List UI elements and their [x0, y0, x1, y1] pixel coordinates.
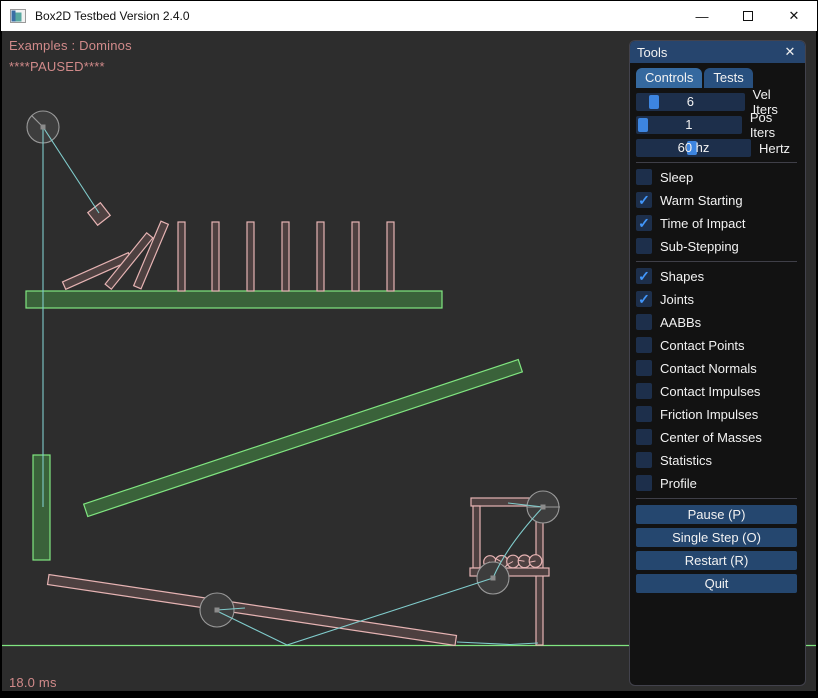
- standing-domino[interactable]: [247, 222, 254, 291]
- checkbox-shapes[interactable]: ✓ Shapes: [636, 268, 797, 284]
- minimize-button[interactable]: —: [679, 1, 725, 31]
- checkbox-center-of-masses[interactable]: Center of Masses: [636, 429, 797, 445]
- check-icon: ✓: [638, 216, 650, 230]
- checkbox-box[interactable]: ✓: [636, 192, 652, 208]
- domino-shelf: [26, 291, 442, 308]
- tilted-green-plank: [84, 360, 523, 517]
- close-button[interactable]: ✕: [771, 1, 817, 31]
- standing-domino[interactable]: [352, 222, 359, 291]
- app-icon: [10, 8, 26, 24]
- checkbox-box[interactable]: ✓: [636, 215, 652, 231]
- tab-controls[interactable]: Controls: [636, 68, 702, 88]
- joint-line: [457, 642, 538, 645]
- checkbox-contact-normals[interactable]: Contact Normals: [636, 360, 797, 376]
- check-icon: ✓: [638, 292, 650, 306]
- slider-vel-iters[interactable]: 6: [636, 93, 745, 111]
- hertz-value: 60 hz: [636, 140, 751, 155]
- standing-domino[interactable]: [387, 222, 394, 291]
- hud-paused-label: ****PAUSED****: [9, 59, 105, 74]
- titlebar[interactable]: Box2D Testbed Version 2.4.0 — ✕: [1, 1, 817, 31]
- checkbox-box[interactable]: [636, 169, 652, 185]
- vel-iters-value: 6: [636, 94, 745, 109]
- checkbox-warm-starting[interactable]: ✓ Warm Starting: [636, 192, 797, 208]
- panel-header[interactable]: Tools ✕: [630, 41, 805, 63]
- hertz-label: Hertz: [759, 141, 790, 156]
- checkbox-box[interactable]: [636, 475, 652, 491]
- pos-iters-value: 1: [636, 117, 742, 132]
- drag-hertz[interactable]: 60 hz: [636, 139, 751, 157]
- check-icon: ✓: [638, 193, 650, 207]
- checkbox-box[interactable]: [636, 360, 652, 376]
- checkbox-aabbs[interactable]: AABBs: [636, 314, 797, 330]
- tab-tests[interactable]: Tests: [704, 68, 752, 88]
- checkbox-statistics[interactable]: Statistics: [636, 452, 797, 468]
- frame-left-post[interactable]: [473, 506, 480, 568]
- checkbox-box[interactable]: ✓: [636, 291, 652, 307]
- standing-domino[interactable]: [178, 222, 185, 291]
- hud-frame-time: 18.0 ms: [9, 675, 57, 690]
- checkbox-sub-stepping[interactable]: Sub-Stepping: [636, 238, 797, 254]
- checkbox-contact-impulses[interactable]: Contact Impulses: [636, 383, 797, 399]
- checkbox-box[interactable]: [636, 406, 652, 422]
- tools-panel: Tools ✕ Controls Tests 6 Vel Iters 1 Pos…: [629, 40, 806, 686]
- checkbox-contact-points[interactable]: Contact Points: [636, 337, 797, 353]
- separator: [636, 261, 797, 262]
- checkbox-profile[interactable]: Profile: [636, 475, 797, 491]
- slider-pos-iters[interactable]: 1: [636, 116, 742, 134]
- checkbox-box[interactable]: [636, 337, 652, 353]
- checkbox-box[interactable]: [636, 452, 652, 468]
- checkbox-box[interactable]: [636, 383, 652, 399]
- anchor-point: [541, 505, 546, 510]
- check-icon: ✓: [638, 269, 650, 283]
- checkbox-box[interactable]: [636, 429, 652, 445]
- checkbox-time-of-impact[interactable]: ✓ Time of Impact: [636, 215, 797, 231]
- checkbox-box[interactable]: [636, 238, 652, 254]
- vertical-green-block: [33, 455, 50, 560]
- hud-example-label: Examples : Dominos: [9, 38, 132, 53]
- maximize-button[interactable]: [725, 1, 771, 31]
- maximize-icon: [743, 11, 753, 21]
- anchor-point: [491, 576, 496, 581]
- anchor-point: [215, 608, 220, 613]
- joint-line: [43, 127, 99, 213]
- restart-button[interactable]: Restart (R): [636, 551, 797, 570]
- checkbox-box[interactable]: [636, 314, 652, 330]
- anchor-point: [41, 125, 46, 130]
- checkbox-friction-impulses[interactable]: Friction Impulses: [636, 406, 797, 422]
- checkbox-joints[interactable]: ✓ Joints: [636, 291, 797, 307]
- separator: [636, 498, 797, 499]
- app-window: Box2D Testbed Version 2.4.0 — ✕: [0, 0, 818, 698]
- pos-iters-label: Pos Iters: [750, 110, 797, 140]
- checkbox-box[interactable]: ✓: [636, 268, 652, 284]
- separator: [636, 162, 797, 163]
- standing-domino[interactable]: [212, 222, 219, 291]
- standing-domino[interactable]: [282, 222, 289, 291]
- pause-button[interactable]: Pause (P): [636, 505, 797, 524]
- standing-domino[interactable]: [317, 222, 324, 291]
- pendulum-box[interactable]: [88, 203, 110, 225]
- window-title: Box2D Testbed Version 2.4.0: [35, 9, 190, 23]
- panel-close-icon[interactable]: ✕: [782, 44, 798, 60]
- single-step-button[interactable]: Single Step (O): [636, 528, 797, 547]
- tabbar: Controls Tests: [636, 68, 799, 88]
- quit-button[interactable]: Quit: [636, 574, 797, 593]
- panel-title: Tools: [637, 45, 667, 60]
- checkbox-sleep[interactable]: Sleep: [636, 169, 797, 185]
